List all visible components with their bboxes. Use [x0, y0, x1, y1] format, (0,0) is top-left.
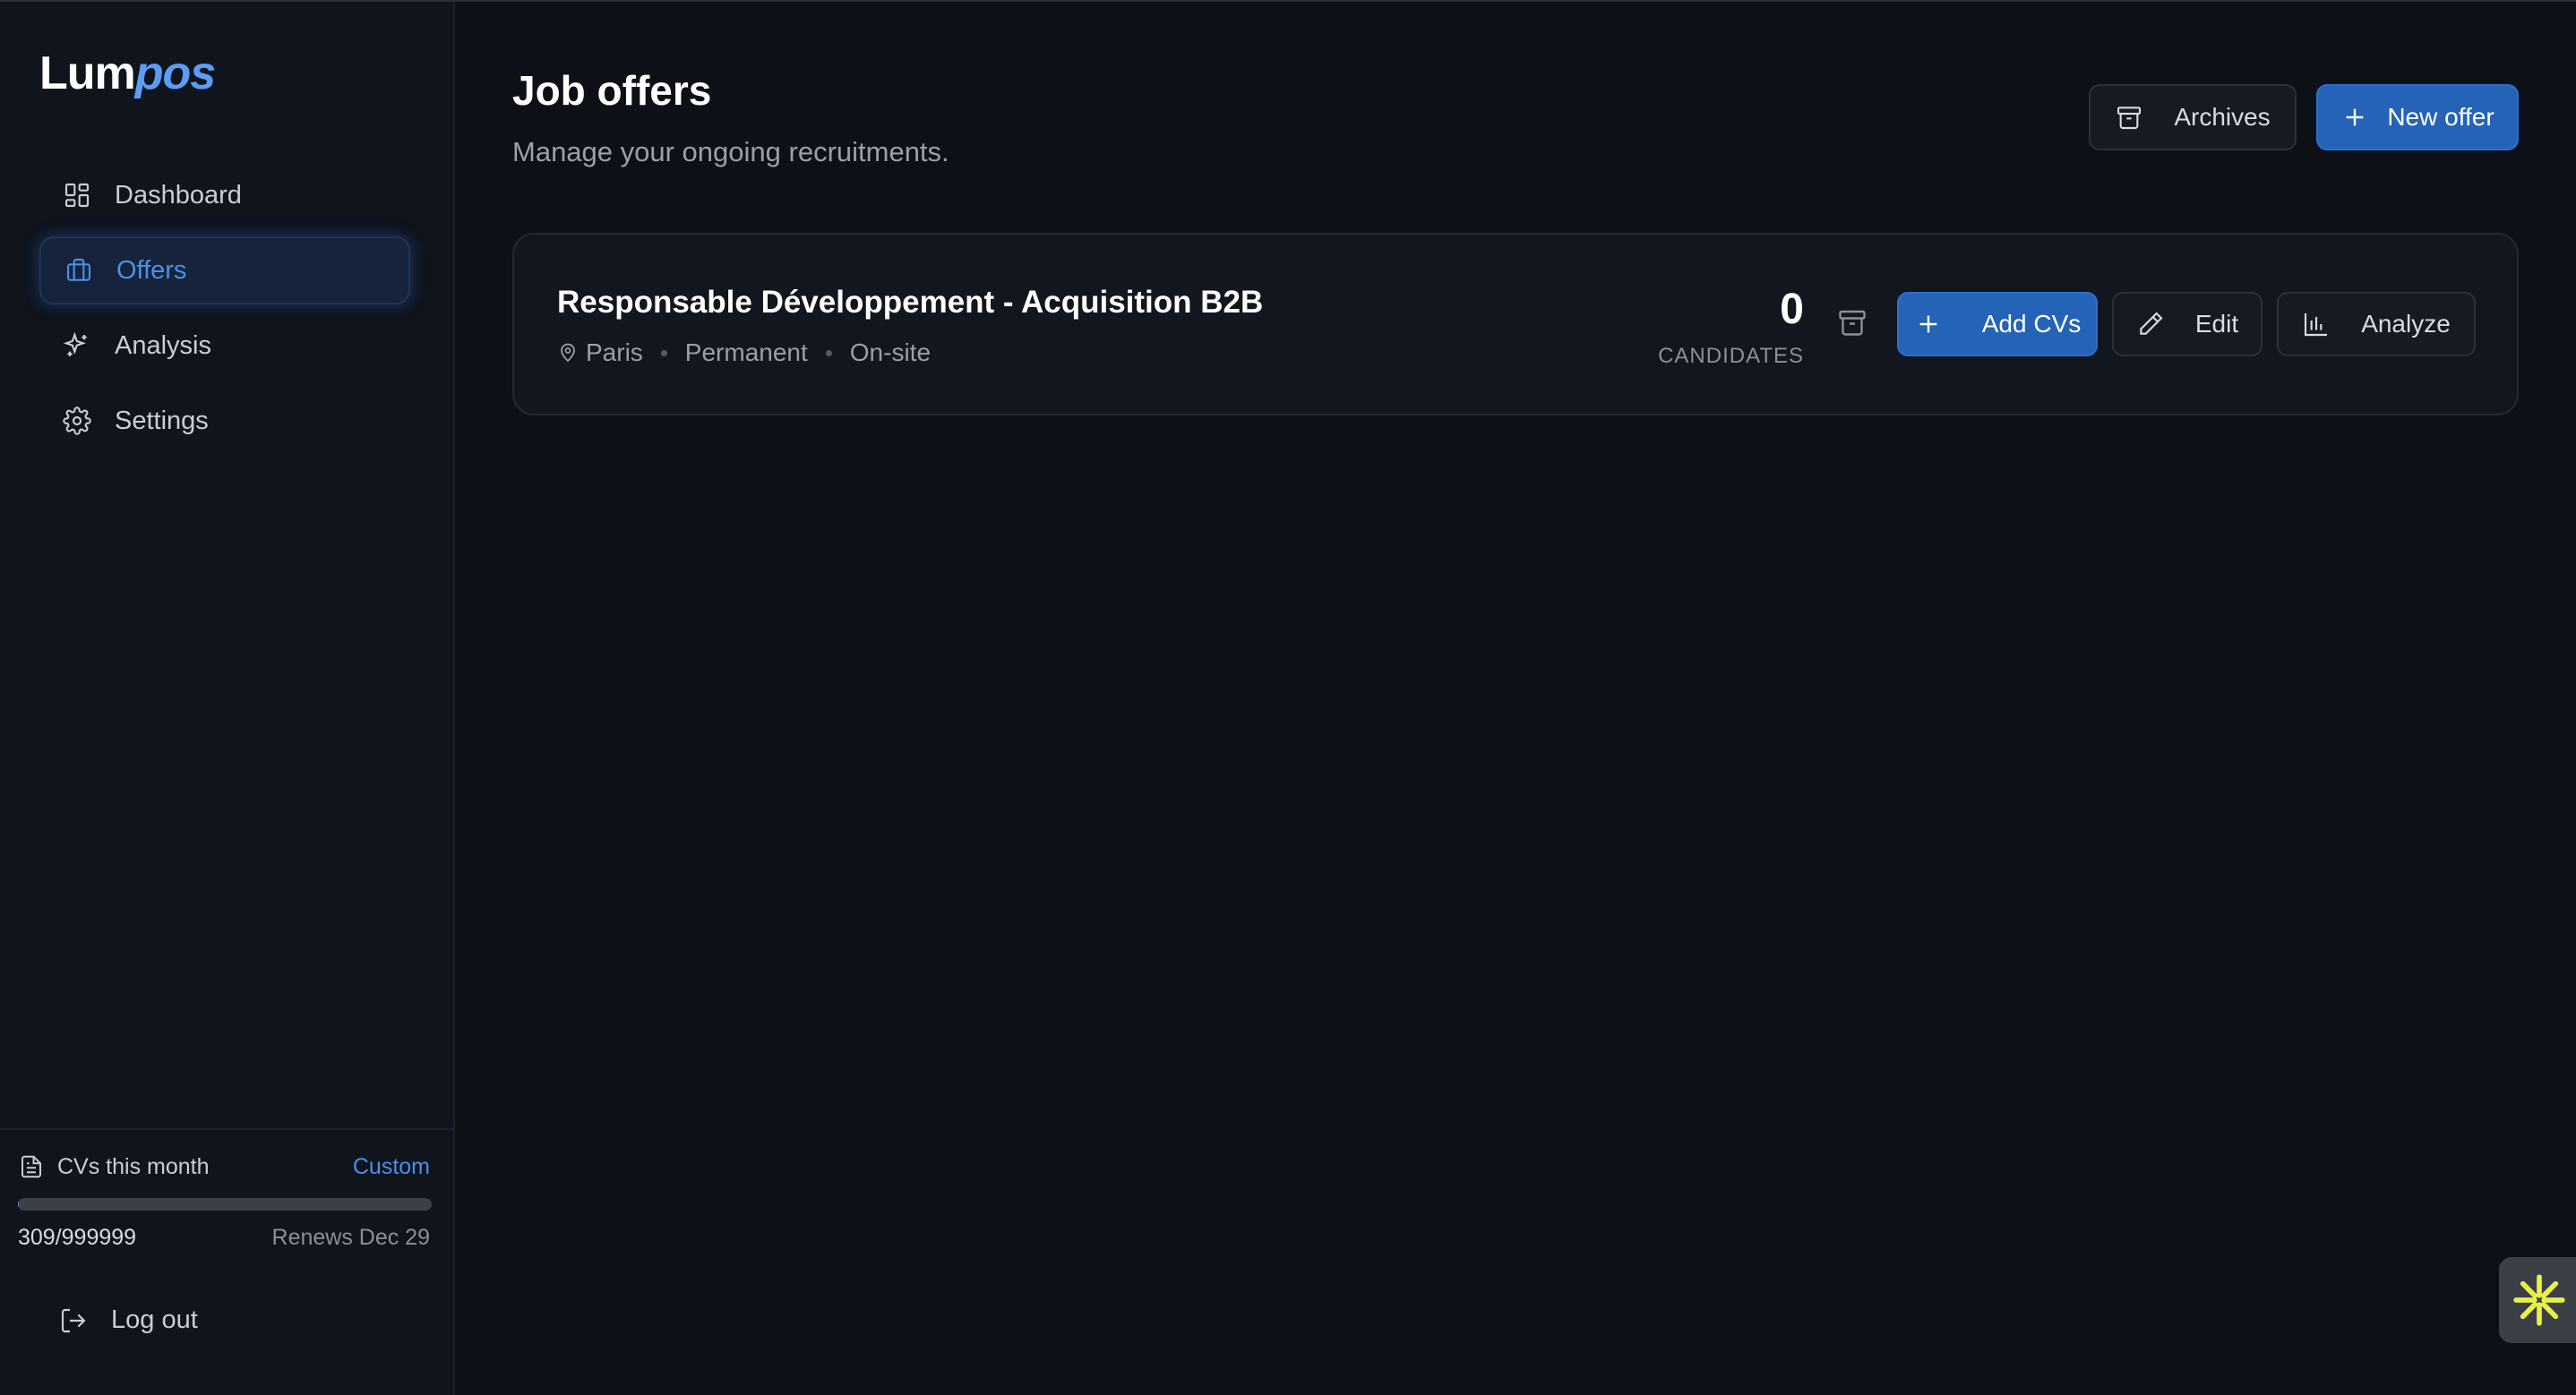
page-subtitle: Manage your ongoing recruitments.: [512, 136, 949, 167]
new-offer-button[interactable]: New offer: [2316, 84, 2519, 150]
offer-location: Paris: [586, 338, 643, 366]
briefcase-icon: [66, 258, 91, 281]
quota-label-group: CVs this month: [18, 1153, 210, 1180]
bar-chart-icon: [2305, 313, 2328, 337]
app-root: Lumpos Dashboard Offers Analysis Setting…: [0, 0, 2576, 1395]
asterisk-icon: [2513, 1274, 2565, 1326]
archives-button[interactable]: Archives: [2089, 84, 2297, 150]
quota-footer: 309/999999 Renews Dec 29: [18, 1225, 430, 1251]
logout-button[interactable]: Log out: [59, 1305, 198, 1335]
quota-header: CVs this month Custom: [18, 1153, 430, 1180]
logo-text-lum: Lum: [39, 47, 136, 99]
edit-button[interactable]: Edit: [2112, 292, 2263, 356]
archive-icon[interactable]: [1836, 306, 1868, 338]
sidebar-item-label: Analysis: [115, 330, 211, 360]
offer-workplace: On-site: [849, 338, 932, 366]
meta-separator: [660, 349, 667, 356]
quota-count: 309/999999: [18, 1225, 137, 1250]
sparkles-icon: [63, 331, 87, 356]
quota-renew-date: Renews Dec 29: [271, 1225, 430, 1250]
offer-contract: Permanent: [684, 338, 808, 366]
offer-card[interactable]: Responsable Développement - Acquisition …: [512, 233, 2519, 415]
main-content: Job offers Manage your ongoing recruitme…: [455, 2, 2576, 1395]
sidebar-item-settings[interactable]: Settings: [39, 387, 410, 455]
sidebar-item-dashboard[interactable]: Dashboard: [39, 161, 410, 229]
logout-label: Log out: [111, 1305, 198, 1334]
pencil-icon: [2140, 312, 2163, 335]
new-offer-label: New offer: [2387, 103, 2494, 131]
sidebar-item-label: Offers: [116, 255, 187, 285]
add-cvs-button[interactable]: Add CVs: [1897, 292, 2098, 356]
quota-plan-link[interactable]: Custom: [353, 1154, 430, 1180]
quota-label: CVs this month: [57, 1153, 210, 1179]
sidebar-nav: Dashboard Offers Analysis Settings: [39, 161, 410, 462]
map-pin-icon: [561, 343, 575, 363]
sidebar-footer: CVs this month Custom 309/999999 Renews …: [0, 1128, 453, 1395]
candidates-label: CANDIDATES: [1658, 344, 1804, 368]
sidebar: Lumpos Dashboard Offers Analysis Setting…: [0, 2, 455, 1395]
document-icon: [21, 1155, 41, 1178]
plus-icon: [1919, 315, 1937, 333]
logo-text-pos: pos: [134, 47, 216, 99]
add-cvs-label: Add CVs: [1981, 310, 2082, 338]
sidebar-item-analysis[interactable]: Analysis: [39, 312, 410, 380]
candidates-count: 0: [1780, 286, 1804, 333]
quota-progress-bar: [18, 1198, 432, 1211]
assistant-widget[interactable]: [2499, 1257, 2576, 1343]
analyze-button[interactable]: Analyze: [2277, 292, 2476, 356]
sidebar-item-label: Settings: [115, 406, 209, 435]
sidebar-item-label: Dashboard: [115, 180, 242, 210]
plus-icon: [2346, 108, 2364, 126]
dashboard-icon: [64, 183, 90, 208]
logo[interactable]: Lumpos: [39, 47, 216, 100]
archives-label: Archives: [2174, 103, 2271, 131]
archive-icon: [2117, 107, 2142, 130]
offer-meta: Paris Permanent On-site: [557, 338, 931, 367]
gear-icon: [63, 407, 91, 435]
meta-separator: [825, 349, 832, 356]
offer-title[interactable]: Responsable Développement - Acquisition …: [557, 285, 1263, 321]
edit-label: Edit: [2194, 310, 2239, 338]
sidebar-item-offers[interactable]: Offers: [39, 236, 410, 304]
logout-icon: [61, 1308, 86, 1332]
page-title: Job offers: [512, 67, 712, 114]
analyze-label: Analyze: [2361, 310, 2451, 338]
